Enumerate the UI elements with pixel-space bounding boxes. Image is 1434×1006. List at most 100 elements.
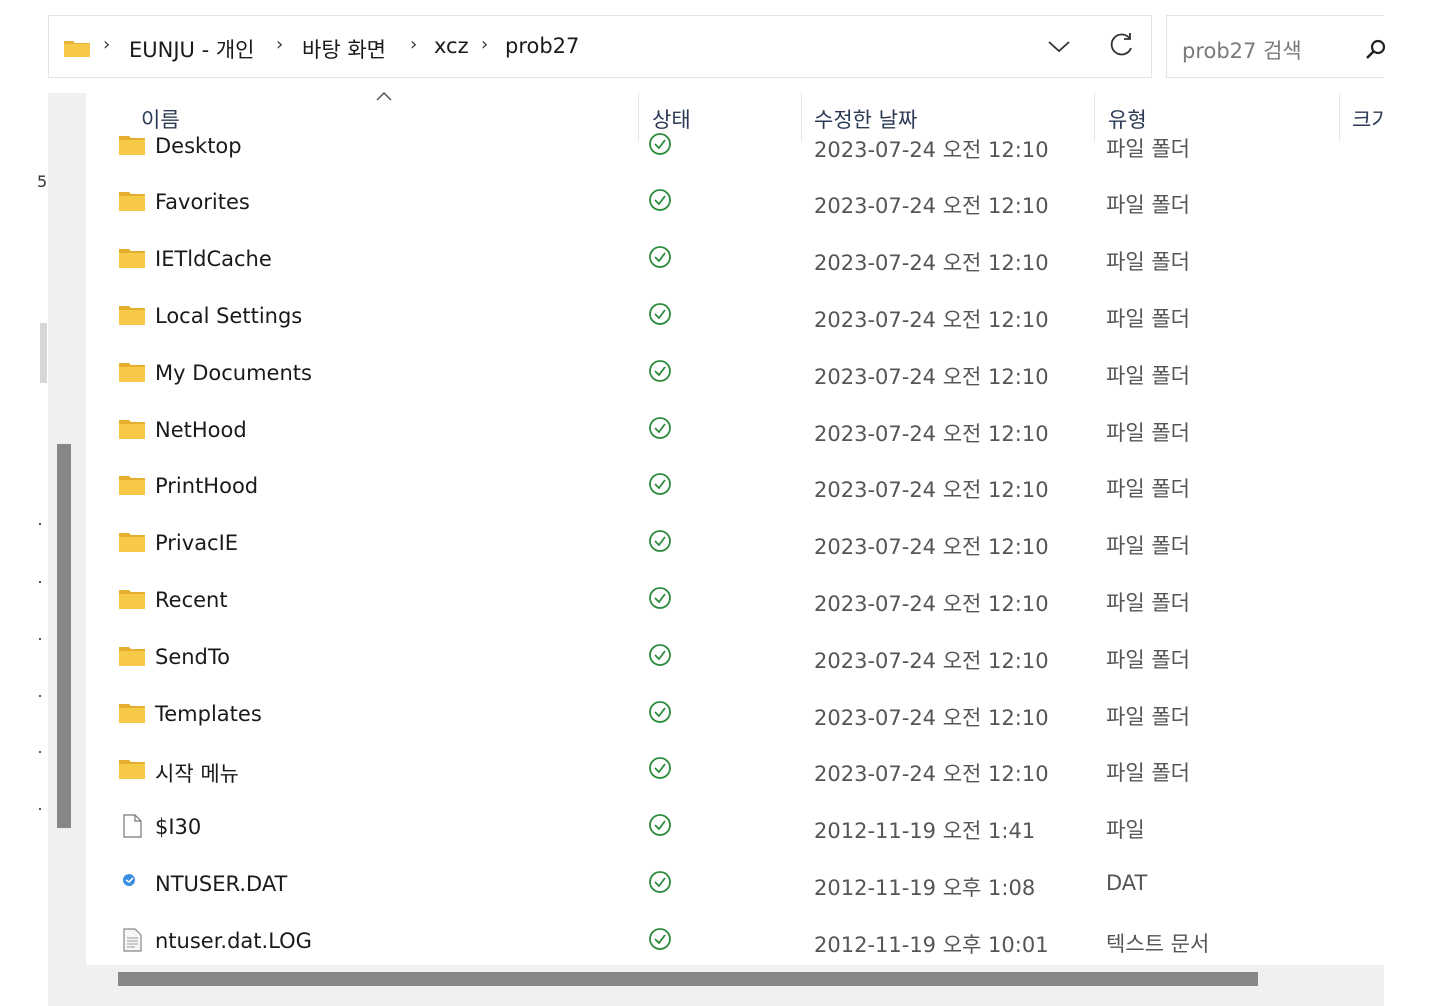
folder-icon (118, 587, 146, 611)
sync-status-ok-icon (648, 813, 672, 837)
file-name: Recent (155, 587, 228, 612)
file-type: 파일 폴더 (1106, 420, 1190, 445)
chevron-down-icon[interactable] (1045, 32, 1073, 60)
file-modified-date: 2023-07-24 오전 12:10 (814, 421, 1049, 446)
folder-icon (118, 701, 146, 725)
file-modified-date: 2023-07-24 오전 12:10 (814, 535, 1049, 560)
folder-icon (118, 303, 146, 327)
breadcrumb-separator: › (481, 34, 489, 55)
file-row[interactable]: NetHood 2023-07-24 오전 12:10 파일 폴더 (86, 403, 1384, 460)
file-name: 시작 메뉴 (155, 762, 239, 787)
sync-status-ok-icon (648, 529, 672, 553)
sync-status-ok-icon (648, 359, 672, 383)
dat-file-icon (118, 871, 146, 895)
file-row[interactable]: PrintHood 2023-07-24 오전 12:10 파일 폴더 (86, 459, 1384, 516)
breadcrumb-item-xcz[interactable]: xcz (434, 34, 469, 58)
nav-item-marker (39, 523, 41, 525)
column-divider[interactable] (801, 93, 802, 141)
file-name: NetHood (155, 417, 247, 442)
file-row[interactable]: Favorites 2023-07-24 오전 12:10 파일 폴더 (86, 175, 1384, 232)
sort-ascending-icon (376, 91, 392, 101)
file-modified-date: 2023-07-24 오전 12:10 (814, 762, 1049, 787)
refresh-icon[interactable] (1106, 30, 1136, 60)
file-type: 파일 폴더 (1106, 704, 1190, 729)
file-modified-date: 2023-07-24 오전 12:10 (814, 194, 1049, 219)
column-divider[interactable] (1094, 93, 1095, 141)
column-divider[interactable] (638, 93, 639, 141)
folder-icon (118, 246, 146, 270)
file-row[interactable]: Templates 2023-07-24 오전 12:10 파일 폴더 (86, 687, 1384, 744)
file-row[interactable]: $I30 2012-11-19 오전 1:41 파일 (86, 800, 1384, 857)
nav-item-marker (39, 695, 41, 697)
file-row[interactable]: Local Settings 2023-07-24 오전 12:10 파일 폴더 (86, 289, 1384, 346)
file-list: Desktop 2023-07-24 오전 12:10 파일 폴더 Favorites… (86, 120, 1384, 965)
column-header-modified[interactable]: 수정한 날짜 (814, 104, 917, 134)
sync-status-ok-icon (648, 870, 672, 894)
column-header-type[interactable]: 유형 (1108, 104, 1147, 134)
file-modified-date: 2012-11-19 오후 10:01 (814, 932, 1049, 957)
folder-icon (118, 189, 146, 213)
search-icon[interactable] (1365, 38, 1387, 60)
sync-status-ok-icon (648, 302, 672, 326)
file-row[interactable]: PrivacIE 2023-07-24 오전 12:10 파일 폴더 (86, 516, 1384, 573)
folder-icon (118, 530, 146, 554)
nav-item-marker (39, 581, 41, 583)
file-row[interactable]: SendTo 2023-07-24 오전 12:10 파일 폴더 (86, 630, 1384, 687)
nav-item-marker (39, 751, 41, 753)
column-header-size[interactable]: 크기 (1352, 104, 1384, 134)
search-input[interactable]: prob27 검색 (1166, 15, 1387, 78)
text-file-icon (118, 928, 146, 952)
column-header-size-clip: 크기 (1352, 93, 1384, 141)
nav-item-marker (39, 808, 41, 810)
file-row[interactable]: My Documents 2023-07-24 오전 12:10 파일 폴더 (86, 346, 1384, 403)
file-name: My Documents (155, 360, 312, 385)
breadcrumb-separator: › (410, 34, 418, 55)
file-row[interactable]: NTUSER.DAT 2012-11-19 오후 1:08 DAT (86, 857, 1384, 914)
breadcrumb-separator: › (276, 34, 284, 55)
sync-status-ok-icon (648, 586, 672, 610)
column-header-name[interactable]: 이름 (141, 104, 180, 134)
file-row[interactable]: 시작 메뉴 2023-07-24 오전 12:10 파일 폴더 (86, 743, 1384, 800)
breadcrumb-item-prob27[interactable]: prob27 (505, 34, 579, 58)
file-name: Desktop (155, 133, 242, 158)
file-modified-date: 2023-07-24 오전 12:10 (814, 648, 1049, 673)
file-modified-date: 2023-07-24 오전 12:10 (814, 705, 1049, 730)
file-name: PrintHood (155, 474, 259, 499)
file-modified-date: 2012-11-19 오전 1:41 (814, 819, 1036, 844)
sync-status-ok-icon (648, 188, 672, 212)
sync-status-ok-icon (648, 416, 672, 440)
file-type: 파일 폴더 (1106, 477, 1190, 502)
vertical-scrollbar-thumb[interactable] (57, 444, 71, 828)
file-name: NTUSER.DAT (155, 871, 288, 896)
file-modified-date: 2023-07-24 오전 12:10 (814, 478, 1049, 503)
navigation-pane[interactable]: 58 (0, 93, 57, 1006)
breadcrumb-separator: › (103, 34, 111, 55)
sync-status-ok-icon (648, 700, 672, 724)
breadcrumb-item-eunju[interactable]: EUNJU - 개인 (129, 34, 254, 64)
nav-pane-scrollbar-thumb[interactable] (40, 323, 47, 383)
file-type: 파일 폴더 (1106, 193, 1190, 218)
sync-status-ok-icon (648, 643, 672, 667)
file-type: 파일 폴더 (1106, 306, 1190, 331)
breadcrumb-item-desktop[interactable]: 바탕 화면 (302, 34, 386, 64)
file-row[interactable]: IETldCache 2023-07-24 오전 12:10 파일 폴더 (86, 232, 1384, 289)
file-type: DAT (1106, 870, 1148, 895)
horizontal-scrollbar-thumb[interactable] (118, 972, 1258, 986)
sync-status-ok-icon (648, 756, 672, 780)
file-modified-date: 2012-11-19 오후 1:08 (814, 875, 1036, 900)
folder-icon (118, 473, 146, 497)
address-bar[interactable]: › EUNJU - 개인 › 바탕 화면 › xcz › prob27 (48, 15, 1152, 78)
file-name: SendTo (155, 644, 230, 669)
folder-icon (64, 41, 90, 57)
file-type: 파일 폴더 (1106, 136, 1190, 161)
file-type: 파일 폴더 (1106, 647, 1190, 672)
column-header-status[interactable]: 상태 (652, 104, 691, 134)
file-modified-date: 2023-07-24 오전 12:10 (814, 364, 1049, 389)
file-row[interactable]: Recent 2023-07-24 오전 12:10 파일 폴더 (86, 573, 1384, 630)
file-type: 파일 (1106, 818, 1145, 843)
folder-icon (118, 417, 146, 441)
file-row[interactable]: ntuser.dat.LOG 2012-11-19 오후 10:01 텍스트 문서 (86, 914, 1384, 965)
column-divider[interactable] (1339, 93, 1340, 141)
file-modified-date: 2023-07-24 오전 12:10 (814, 307, 1049, 332)
file-type: 파일 폴더 (1106, 250, 1190, 275)
